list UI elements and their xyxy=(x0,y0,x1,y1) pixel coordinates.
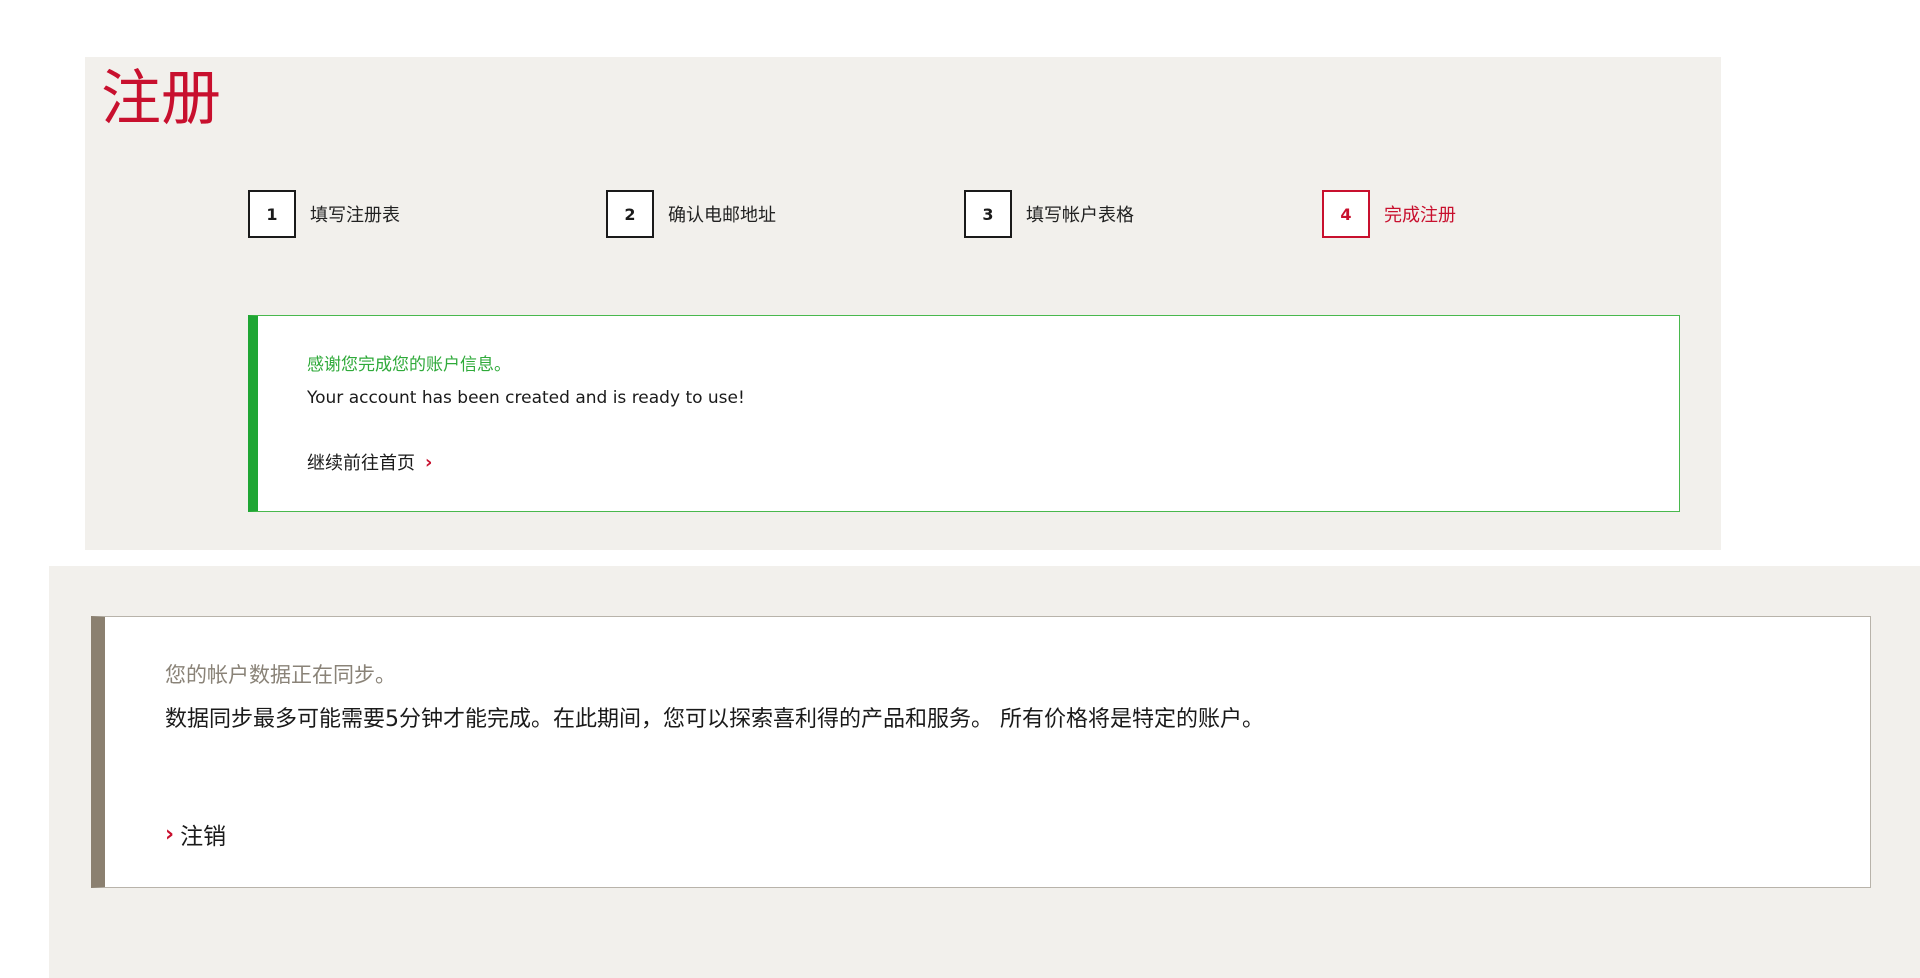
logout-label: 注销 xyxy=(180,824,227,850)
step-3: 3 填写帐户表格 xyxy=(964,190,1134,238)
registration-steps: 1 填写注册表 2 确认电邮地址 3 填写帐户表格 4 完成注册 xyxy=(248,190,1680,322)
sync-message: 数据同步最多可能需要5分钟才能完成。在此期间，您可以探索喜利得的产品和服务。 所… xyxy=(165,707,1264,732)
step-number: 2 xyxy=(606,190,654,238)
success-message: Your account has been created and is rea… xyxy=(307,388,745,408)
continue-link-label: 继续前往首页 xyxy=(307,453,415,474)
logout-link[interactable]: › 注销 xyxy=(165,817,226,851)
step-number: 4 xyxy=(1322,190,1370,238)
sync-title: 您的帐户数据正在同步。 xyxy=(165,663,396,687)
success-message-box: 感谢您完成您的账户信息。 Your account has been creat… xyxy=(248,315,1680,512)
success-title: 感谢您完成您的账户信息。 xyxy=(307,355,511,375)
step-4-current: 4 完成注册 xyxy=(1322,190,1456,238)
page-title: 注册 xyxy=(101,64,221,134)
step-label: 填写注册表 xyxy=(310,205,400,226)
chevron-right-icon: › xyxy=(165,821,175,847)
step-label: 填写帐户表格 xyxy=(1026,205,1134,226)
step-number: 1 xyxy=(248,190,296,238)
registration-panel: 注册 1 填写注册表 2 确认电邮地址 3 填写帐户表格 4 完成注册 感谢您完… xyxy=(85,57,1721,550)
sync-message-box: 您的帐户数据正在同步。 数据同步最多可能需要5分钟才能完成。在此期间，您可以探索… xyxy=(91,616,1871,888)
sync-panel: 您的帐户数据正在同步。 数据同步最多可能需要5分钟才能完成。在此期间，您可以探索… xyxy=(49,566,1920,978)
step-2: 2 确认电邮地址 xyxy=(606,190,776,238)
step-label: 确认电邮地址 xyxy=(668,205,776,226)
step-number: 3 xyxy=(964,190,1012,238)
step-1: 1 填写注册表 xyxy=(248,190,400,238)
chevron-right-icon: › xyxy=(425,451,433,473)
step-label: 完成注册 xyxy=(1384,205,1456,226)
continue-to-home-link[interactable]: 继续前往首页 › xyxy=(307,449,432,475)
